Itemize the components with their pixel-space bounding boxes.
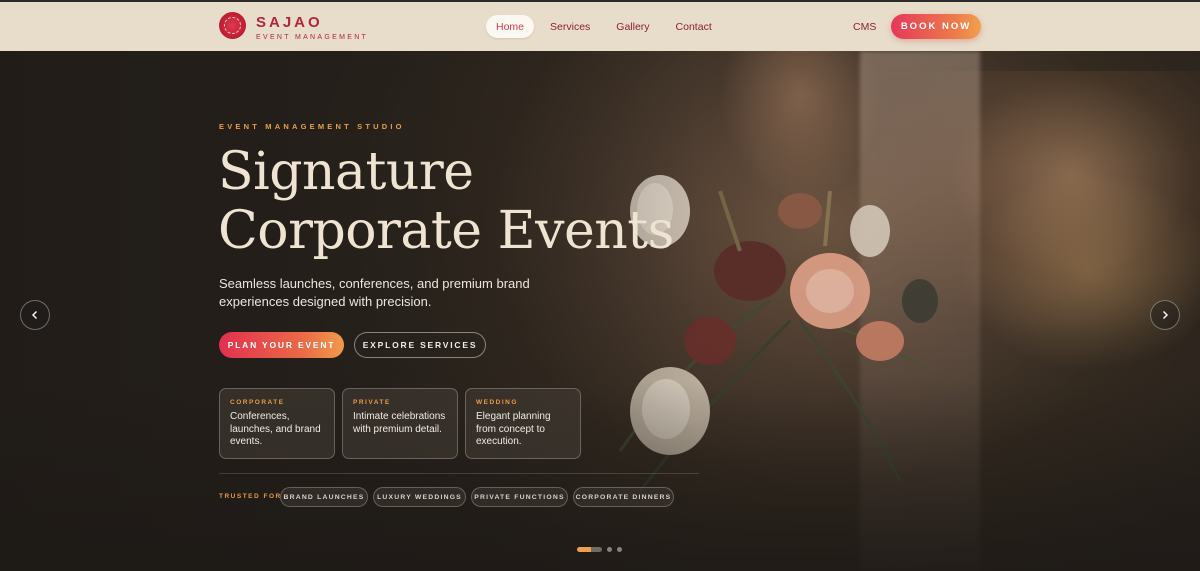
- carousel-prev-button[interactable]: [20, 300, 50, 330]
- hero-title-line: Corporate Events: [218, 201, 674, 261]
- site-header: SAJAO EVENT MANAGEMENT Home Services Gal…: [0, 0, 1200, 51]
- divider: [219, 473, 699, 474]
- trusted-for-label: TRUSTED FOR: [219, 493, 282, 500]
- card-text: Elegant planning from concept to executi…: [476, 411, 551, 447]
- brand-name: SAJAO: [256, 14, 323, 31]
- tag-chip: PRIVATE FUNCTIONS: [471, 487, 568, 507]
- carousel-next-button[interactable]: [1150, 300, 1180, 330]
- hero-title: Signature Corporate Events: [218, 143, 674, 261]
- hero-slider: EVENT MANAGEMENT STUDIO Signature Corpor…: [0, 51, 1200, 571]
- card-label: CORPORATE: [230, 399, 285, 406]
- bottom-overlay: [0, 381, 1200, 571]
- hero-title-line: Signature: [218, 142, 474, 202]
- chevron-left-icon: [32, 311, 37, 319]
- carousel-dot[interactable]: [617, 547, 622, 552]
- brand-tagline: EVENT MANAGEMENT: [256, 34, 369, 41]
- carousel-dot[interactable]: [607, 547, 612, 552]
- nav-item-home[interactable]: Home: [486, 15, 535, 38]
- nav-item-gallery[interactable]: Gallery: [606, 15, 659, 38]
- brand-logo-icon[interactable]: [219, 12, 246, 39]
- tag-chip: LUXURY WEDDINGS: [373, 487, 466, 507]
- tag-chip: CORPORATE DINNERS: [573, 487, 674, 507]
- chevron-right-icon: [1163, 311, 1168, 319]
- background-light: [960, 171, 1200, 371]
- card-label: WEDDING: [476, 399, 518, 406]
- carousel-indicators: [577, 547, 622, 552]
- explore-services-button[interactable]: EXPLORE SERVICES: [354, 332, 486, 358]
- tag-chip: BRAND LAUNCHES: [280, 487, 368, 507]
- book-now-button[interactable]: BOOK NOW: [891, 14, 981, 39]
- brand[interactable]: SAJAO EVENT MANAGEMENT: [256, 14, 368, 41]
- service-card-corporate[interactable]: CORPORATE Conferences, launches, and bra…: [219, 388, 335, 459]
- service-card-private[interactable]: PRIVATE Intimate celebrations with premi…: [342, 388, 458, 459]
- cms-link[interactable]: CMS: [853, 21, 876, 33]
- hero-subtitle: Seamless launches, conferences, and prem…: [219, 276, 530, 309]
- carousel-dot-active[interactable]: [577, 547, 602, 552]
- card-text: Conferences, launches, and brand events.: [230, 411, 321, 447]
- nav-item-contact[interactable]: Contact: [666, 15, 722, 38]
- main-nav: Home Services Gallery Contact: [486, 15, 728, 38]
- plan-your-event-button[interactable]: PLAN YOUR EVENT: [219, 332, 344, 358]
- card-label: PRIVATE: [353, 399, 391, 406]
- card-text: Intimate celebrations with premium detai…: [353, 411, 446, 435]
- nav-item-services[interactable]: Services: [540, 15, 600, 38]
- service-card-wedding[interactable]: WEDDING Elegant planning from concept to…: [465, 388, 581, 459]
- hero-eyebrow: EVENT MANAGEMENT STUDIO: [219, 122, 405, 131]
